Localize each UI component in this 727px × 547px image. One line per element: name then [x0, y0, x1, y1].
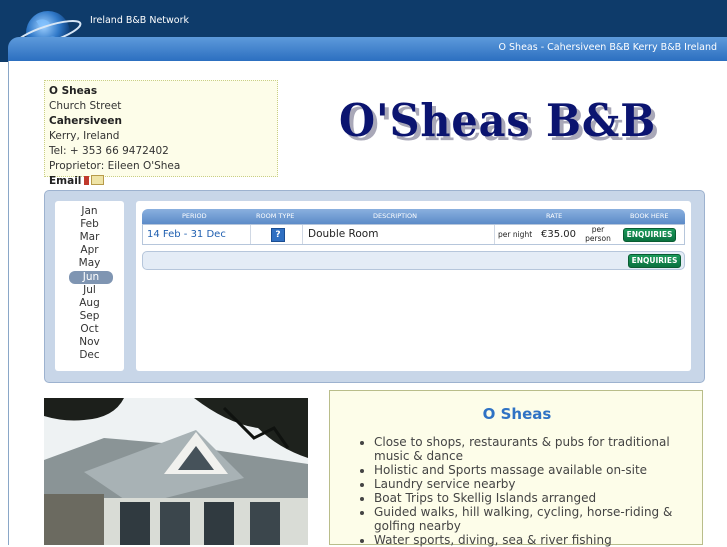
address-box: O Sheas Church Street Cahersiveen Kerry,… [44, 80, 278, 187]
rates-footer: ENQUIRIES [142, 251, 685, 270]
col-book: BOOK HERE [630, 212, 669, 220]
features-box: O Sheas Close to shops, restaurants & pu… [329, 390, 703, 547]
month-jul[interactable]: Jul [55, 284, 124, 297]
month-mar[interactable]: Mar [55, 231, 124, 244]
list-item: Laundry service nearby [374, 477, 694, 491]
row-period: 14 Feb - 31 Dec [147, 229, 226, 240]
row-unit-bottom: person [585, 234, 611, 243]
email-link[interactable]: Email [49, 175, 81, 187]
logo-text: O'Sheas B&B [339, 94, 657, 147]
month-nov[interactable]: Nov [55, 336, 124, 349]
divider [494, 225, 495, 244]
col-room-type: ROOM TYPE [256, 212, 295, 220]
col-description: DESCRIPTION [373, 212, 417, 220]
month-list: Jan Feb Mar Apr May Jun Jul Aug Sep Oct … [55, 201, 124, 371]
month-jun-selected[interactable]: Jun [69, 271, 113, 284]
list-item: Close to shops, restaurants & pubs for t… [374, 435, 694, 463]
house-photo [44, 398, 308, 545]
month-jan[interactable]: Jan [55, 205, 124, 218]
divider [302, 225, 303, 244]
month-apr[interactable]: Apr [55, 244, 124, 257]
network-link[interactable]: Ireland B&B Network [90, 15, 189, 26]
row-unit-top: per [591, 225, 605, 234]
email-row[interactable]: Email [49, 174, 277, 189]
month-feb[interactable]: Feb [55, 218, 124, 231]
list-item: Holistic and Sports massage available on… [374, 463, 694, 477]
proprietor: Proprietor: Eileen O'Shea [49, 160, 181, 172]
house-photo-image [44, 398, 308, 545]
enquiries-footer-button[interactable]: ENQUIRIES [628, 254, 681, 268]
room-type-icon[interactable]: ? [271, 228, 285, 242]
town: Cahersiveen [49, 115, 122, 127]
business-name: O Sheas [49, 85, 98, 97]
col-period: PERIOD [182, 212, 207, 220]
features-title: O Sheas [482, 405, 552, 423]
col-rate: RATE [546, 212, 563, 220]
title-tab: O Sheas - Cahersiveen B&B Kerry B&B Irel… [8, 37, 727, 61]
list-item: Boat Trips to Skellig Islands arranged [374, 491, 694, 505]
table-row: 14 Feb - 31 Dec ? Double Room per night … [142, 224, 685, 245]
divider [250, 225, 251, 244]
envelope-icon[interactable] [91, 175, 105, 185]
features-list: Close to shops, restaurants & pubs for t… [356, 435, 694, 547]
list-item: Guided walks, hill walking, cycling, hor… [374, 505, 694, 533]
email-marker-icon [84, 176, 90, 185]
row-description: Double Room [308, 228, 379, 240]
region: Kerry, Ireland [49, 130, 120, 142]
month-oct[interactable]: Oct [55, 323, 124, 336]
row-per-night: per night [498, 230, 533, 239]
telephone: Tel: + 353 66 9472402 [49, 145, 169, 157]
street: Church Street [49, 100, 122, 112]
page-title: O Sheas - Cahersiveen B&B Kerry B&B Irel… [498, 42, 717, 53]
month-may[interactable]: May [55, 257, 124, 270]
row-price: €35.00 [541, 229, 576, 240]
month-sep[interactable]: Sep [55, 310, 124, 323]
enquiries-button[interactable]: ENQUIRIES [623, 228, 676, 242]
month-dec[interactable]: Dec [55, 349, 124, 362]
rates-header: PERIOD ROOM TYPE DESCRIPTION RATE BOOK H… [142, 209, 685, 224]
month-aug[interactable]: Aug [55, 297, 124, 310]
row-unit: per person [583, 225, 613, 243]
